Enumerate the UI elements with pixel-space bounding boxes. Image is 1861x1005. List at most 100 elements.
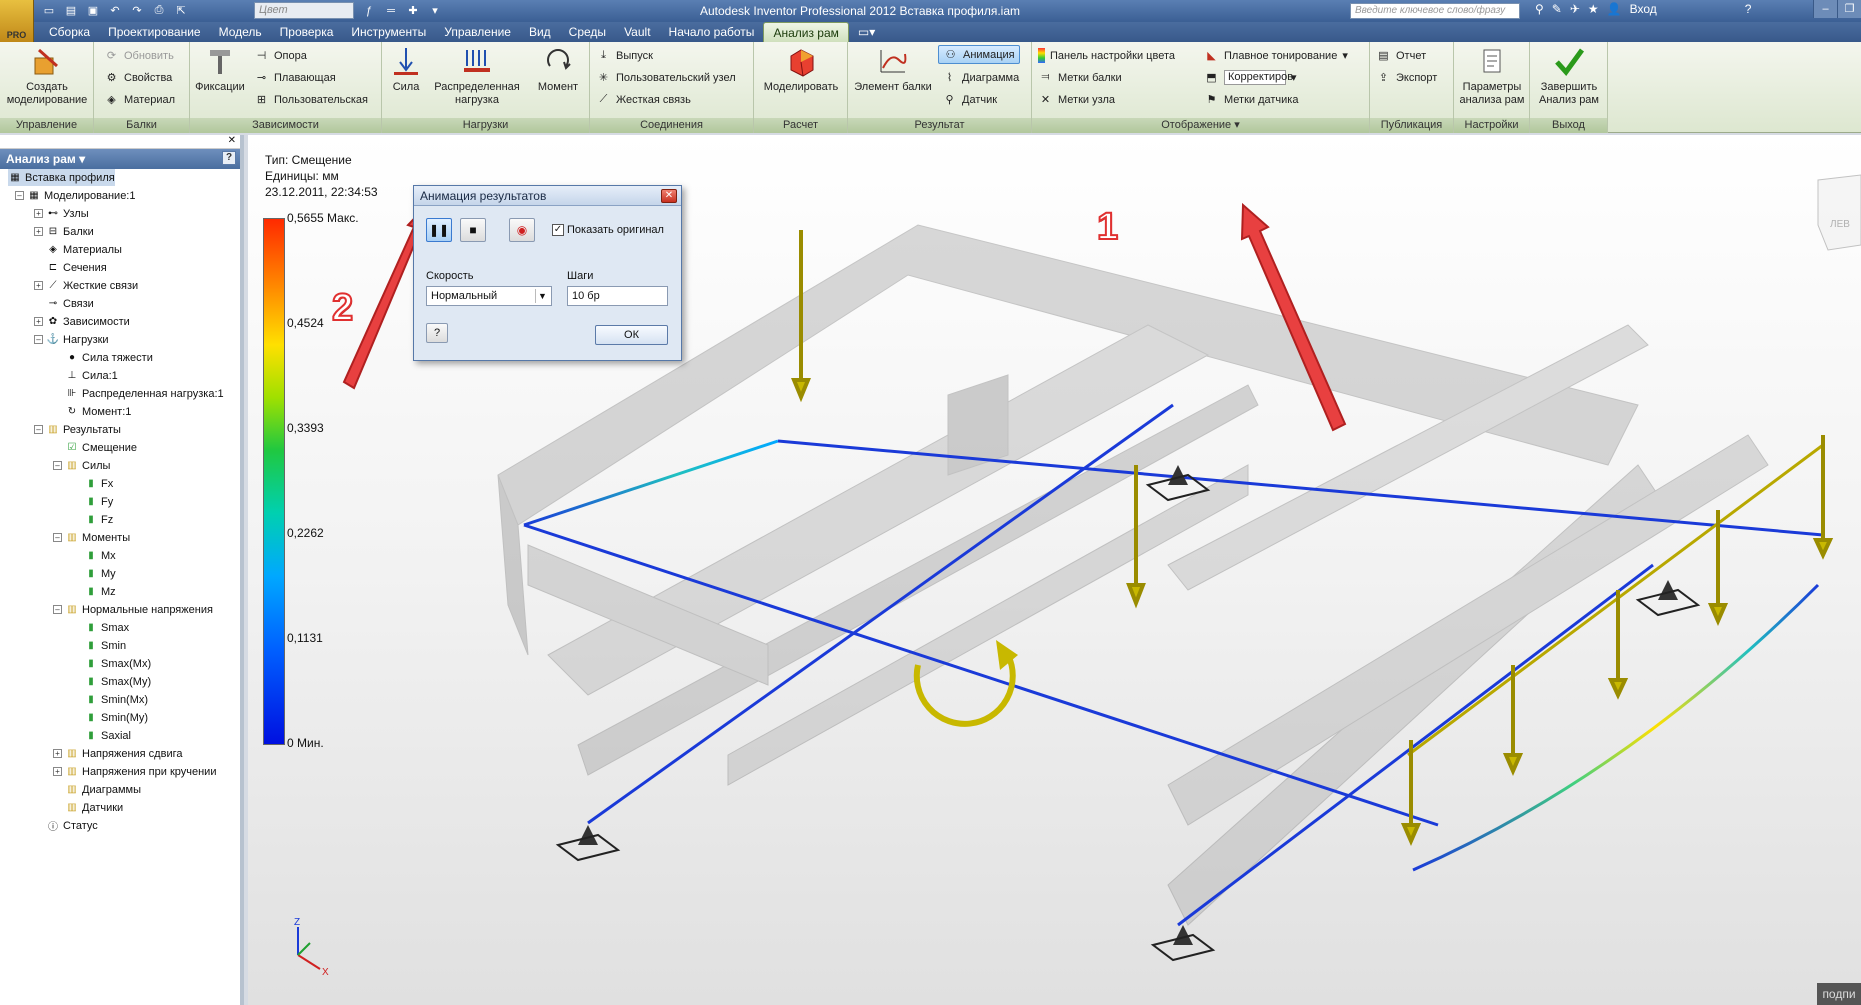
tab-overflow-icon[interactable]: ▭▾	[849, 22, 884, 42]
star-icon[interactable]: ★	[1588, 2, 1599, 16]
properties-button[interactable]: ⚙ Свойства	[104, 68, 173, 87]
expand-icon[interactable]: +	[34, 281, 43, 290]
probe-button[interactable]: ⚲ Датчик	[942, 90, 997, 109]
distributed-load-button[interactable]: Распределенная нагрузка	[426, 46, 528, 107]
tree-item[interactable]: ⊸ Связи	[46, 295, 94, 312]
signin-link[interactable]: Вход	[1630, 2, 1657, 16]
release-button[interactable]: ⤓ Выпуск	[596, 46, 653, 65]
tree-item[interactable]: ▮ Saxial	[84, 727, 131, 744]
report-button[interactable]: ▤ Отчет	[1376, 46, 1426, 65]
collapse-icon[interactable]: –	[53, 605, 62, 614]
wrench-icon[interactable]: ✎	[1552, 2, 1562, 16]
adjust-dropdown[interactable]: ⬒ Корректиров ▾	[1204, 68, 1297, 87]
animation-button[interactable]: ⚇ Анимация	[938, 45, 1020, 64]
tab-2[interactable]: Модель	[210, 22, 271, 42]
tree-item[interactable]: ▦ Вставка профиля	[8, 169, 115, 186]
minimize-button[interactable]: –	[1813, 0, 1837, 18]
dialog-title[interactable]: Анимация результатов ✕	[414, 186, 681, 206]
moment-button[interactable]: Момент	[528, 46, 588, 94]
close-icon[interactable]: ✕	[228, 135, 236, 146]
create-simulation-button[interactable]: Создать моделирование	[4, 46, 90, 107]
tree-item[interactable]: ▥ Датчики	[65, 799, 123, 816]
save-icon[interactable]: ▣	[84, 2, 102, 19]
redo-icon[interactable]: ↷	[128, 2, 146, 19]
node-labels-button[interactable]: ✕ Метки узла	[1038, 90, 1115, 109]
fixed-constraint-button[interactable]: Фиксации	[190, 46, 250, 94]
help-icon[interactable]: ?	[222, 151, 236, 165]
tree-item[interactable]: ✿ Зависимости	[46, 313, 130, 330]
user-icon[interactable]: 👤	[1607, 2, 1622, 16]
dropdown-icon[interactable]: ▾	[426, 2, 444, 19]
tree-item[interactable]: ▮ Smax	[84, 619, 129, 636]
application-menu-button[interactable]: PRO	[0, 0, 34, 42]
tab-7[interactable]: Среды	[560, 22, 615, 42]
tree-item[interactable]: ▮ Fx	[84, 475, 113, 492]
update-button[interactable]: ⟳ Обновить	[104, 46, 174, 65]
rigid-link-button[interactable]: ⟋ Жесткая связь	[596, 90, 691, 109]
tree-item[interactable]: ⊥ Сила:1	[65, 367, 118, 384]
tree-item[interactable]: ▮ Fz	[84, 511, 113, 528]
tree-item[interactable]: ▥ Напряжения сдвига	[65, 745, 182, 762]
tree-item[interactable]: ▮ Mx	[84, 547, 115, 564]
force-button[interactable]: Сила	[384, 46, 428, 94]
tree-item[interactable]: ▮ Mz	[84, 583, 115, 600]
tree-item[interactable]: ▥ Напряжения при кручении	[65, 763, 216, 780]
tree-item[interactable]: ↻ Момент:1	[65, 403, 132, 420]
export-button[interactable]: ⇪ Экспорт	[1376, 68, 1437, 87]
smooth-shading-button[interactable]: ◣ Плавное тонирование ▾	[1204, 46, 1348, 65]
collapse-icon[interactable]: –	[34, 425, 43, 434]
show-original-checkbox[interactable]: ✓ Показать оригинал	[552, 224, 664, 236]
tree-item[interactable]: ⊟ Балки	[46, 223, 94, 240]
material-button[interactable]: ◈ Материал	[104, 90, 175, 109]
expand-icon[interactable]: +	[34, 317, 43, 326]
tree-item[interactable]: ▮ Fy	[84, 493, 113, 510]
color-bar-button[interactable]: Панель настройки цвета	[1038, 46, 1175, 65]
beam-detail-button[interactable]: Элемент балки	[850, 46, 936, 94]
tree-item[interactable]: ▥ Результаты	[46, 421, 121, 438]
collapse-icon[interactable]: –	[34, 335, 43, 344]
tree-item[interactable]: ⊪ Распределенная нагрузка:1	[65, 385, 224, 402]
tree-item[interactable]: ▦ Моделирование:1	[27, 187, 135, 204]
tab-3[interactable]: Проверка	[271, 22, 343, 42]
print-icon[interactable]: ⎙	[150, 2, 168, 19]
record-button[interactable]: ◉	[509, 218, 535, 242]
stop-button[interactable]: ■	[460, 218, 486, 242]
tree-item[interactable]: ▮ Smin	[84, 637, 126, 654]
pinned-button[interactable]: ⊣ Опора	[254, 46, 307, 65]
tab-8[interactable]: Vault	[615, 22, 659, 42]
restore-button[interactable]: ❐	[1837, 0, 1861, 18]
tree-item[interactable]: ▮ Smin(Mx)	[84, 691, 148, 708]
probe-labels-button[interactable]: ⚑ Метки датчика	[1204, 90, 1299, 109]
undo-icon[interactable]: ↶	[106, 2, 124, 19]
help-icon[interactable]: ?	[1745, 2, 1752, 16]
frame-settings-button[interactable]: Параметры анализа рам	[1456, 46, 1528, 107]
tree-item[interactable]: ▥ Моменты	[65, 529, 130, 546]
tree-item[interactable]: ◈ Материалы	[46, 241, 122, 258]
custom-node-button[interactable]: ✳ Пользовательский узел	[596, 68, 736, 87]
diagram-button[interactable]: ⌇ Диаграмма	[942, 68, 1019, 87]
collapse-icon[interactable]: –	[53, 461, 62, 470]
plus-icon[interactable]: ✚	[404, 2, 422, 19]
formula-icon[interactable]: ƒ	[360, 2, 378, 19]
tab-10[interactable]: Анализ рам	[763, 22, 849, 42]
color-override-select[interactable]: Цвет	[254, 2, 354, 19]
tab-6[interactable]: Вид	[520, 22, 560, 42]
pause-button[interactable]: ❚❚	[426, 218, 452, 242]
select-icon[interactable]: ⇱	[172, 2, 190, 19]
expand-icon[interactable]: +	[53, 749, 62, 758]
tree-item[interactable]: ▮ Smax(My)	[84, 673, 151, 690]
checkbox-icon[interactable]: ☑	[65, 441, 79, 455]
close-icon[interactable]: ✕	[661, 189, 677, 203]
browser-title[interactable]: Анализ рам ▾ ?	[0, 149, 240, 169]
help-search-input[interactable]: Введите ключевое слово/фразу	[1350, 3, 1520, 19]
display-group-label[interactable]: Отображение ▾	[1032, 118, 1369, 133]
tree-item[interactable]: ▥ Диаграммы	[65, 781, 141, 798]
simulate-button[interactable]: Моделировать	[756, 46, 846, 94]
binoculars-icon[interactable]: ⚲	[1535, 2, 1544, 16]
tree-item[interactable]: ▮ Smin(My)	[84, 709, 148, 726]
steps-input[interactable]: 10 бр	[567, 286, 668, 306]
new-icon[interactable]: ▭	[40, 2, 58, 19]
tree-item[interactable]: ⟋ Жесткие связи	[46, 277, 139, 294]
floating-button[interactable]: ⊸ Плавающая	[254, 68, 336, 87]
dialog-help-button[interactable]: ?	[426, 323, 448, 343]
